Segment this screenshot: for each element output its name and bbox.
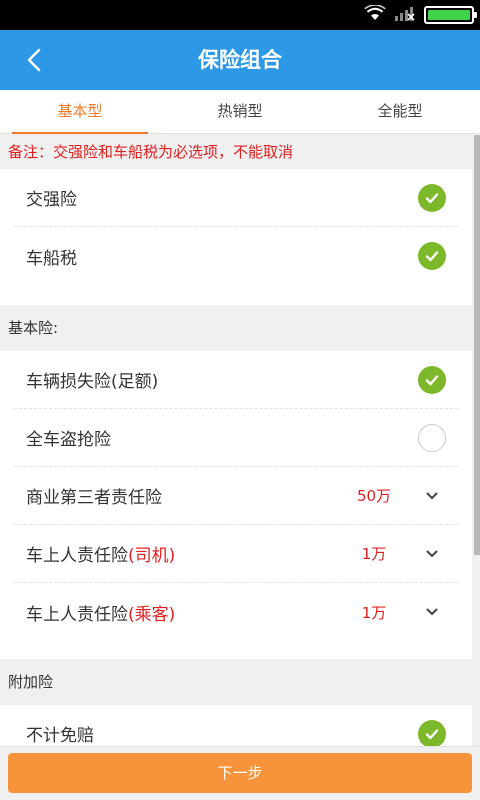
check-icon[interactable]: [418, 183, 446, 212]
check-icon[interactable]: [418, 719, 446, 747]
list-item[interactable]: 商业第三者责任险 50万: [14, 467, 458, 525]
chevron-down-icon[interactable]: [418, 540, 446, 568]
back-button[interactable]: [14, 40, 54, 80]
list-item[interactable]: 车上人责任险(乘客) 1万: [14, 583, 458, 641]
item-label: 车船税: [26, 248, 77, 269]
mandatory-card: 交强险 车船税: [0, 169, 472, 305]
item-label: 全车盗抢险: [26, 430, 111, 450]
list-item[interactable]: 交强险: [14, 169, 458, 227]
list-item[interactable]: 不计免赔: [14, 705, 458, 747]
list-item[interactable]: 车辆损失险(足额): [14, 351, 458, 409]
unchecked-circle-icon[interactable]: [418, 423, 446, 452]
item-label-accent: (司机): [128, 546, 176, 566]
status-icons: [364, 4, 477, 25]
list-item[interactable]: 全车盗抢险: [14, 409, 458, 467]
additional-insurance-card: 不计免赔: [0, 705, 472, 747]
item-label: 车辆损失险(足额): [26, 372, 159, 392]
scroll-thumb[interactable]: [474, 135, 480, 555]
chevron-down-icon[interactable]: [418, 598, 446, 626]
insurance-list[interactable]: 备注：交强险和车船税为必选项，不能取消 交强险 车船税 基本险: 车辆损失险(足…: [0, 135, 472, 747]
basic-insurance-card: 车辆损失险(足额) 全车盗抢险 商业第三者责任险 50万 车上人责任险(司机) …: [0, 351, 472, 659]
battery-icon: [424, 6, 477, 24]
status-bar: [0, 0, 480, 30]
item-label: 不计免赔: [26, 726, 94, 746]
item-label-main: 车上人责任险: [26, 604, 128, 625]
section-header-additional: 附加险: [8, 673, 54, 691]
coverage-value: 50万: [356, 487, 392, 505]
list-item[interactable]: 车船税: [14, 227, 458, 285]
check-icon[interactable]: [418, 365, 446, 394]
bottom-bar: 下一步: [0, 746, 480, 800]
tab-bar: 基本型 热销型 全能型: [0, 90, 480, 134]
tab-all-round[interactable]: 全能型: [320, 90, 480, 134]
tab-hot-sale[interactable]: 热销型: [160, 90, 320, 134]
app-bar: 保险组合: [0, 30, 480, 90]
chevron-down-icon[interactable]: [418, 482, 446, 510]
check-icon[interactable]: [418, 242, 446, 270]
chevron-left-icon: [27, 48, 41, 72]
page-title: 保险组合: [198, 48, 282, 72]
notice-text: 备注：交强险和车船税为必选项，不能取消: [8, 143, 294, 161]
item-label-accent: (乘客): [128, 604, 176, 625]
coverage-value: 1万: [361, 603, 387, 622]
coverage-value: 1万: [361, 545, 387, 563]
list-item[interactable]: 车上人责任险(司机) 1万: [14, 525, 458, 583]
section-header-basic: 基本险:: [8, 319, 59, 337]
item-label-main: 车上人责任险: [26, 546, 128, 566]
wifi-icon: [364, 4, 386, 25]
signal-icon: [394, 5, 416, 25]
item-label: 交强险: [26, 190, 77, 210]
tab-basic[interactable]: 基本型: [0, 90, 160, 134]
scrollbar[interactable]: [473, 135, 480, 747]
next-step-button[interactable]: 下一步: [8, 753, 472, 793]
